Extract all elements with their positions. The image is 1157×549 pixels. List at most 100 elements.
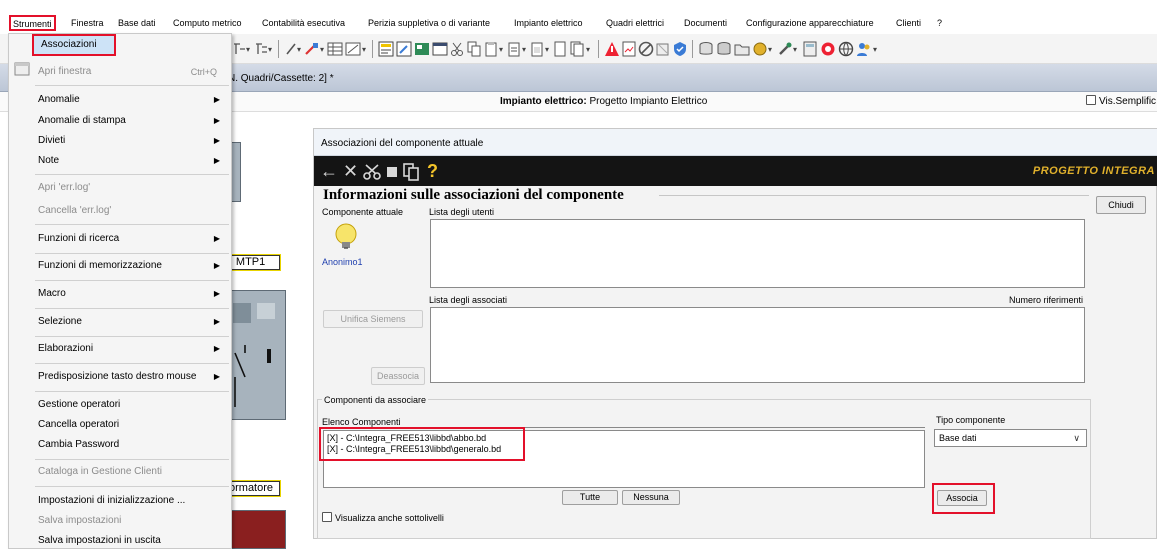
chevron-down-icon[interactable]: ▾ [793, 45, 797, 54]
connect-icon[interactable] [232, 41, 246, 57]
lista-utenti-list[interactable] [430, 219, 1085, 288]
shield-icon[interactable] [672, 41, 688, 57]
menu-item-gestione-operatori[interactable]: Gestione operatori [9, 395, 231, 415]
branch-icon[interactable] [254, 41, 268, 57]
globe-icon[interactable] [838, 41, 854, 57]
tutte-button[interactable]: Tutte [562, 490, 618, 505]
form-icon[interactable] [378, 41, 394, 57]
menu-item-cataloga-gestione-clienti[interactable]: Cataloga in Gestione Clienti [9, 462, 231, 482]
menu-item-apri-err-log[interactable]: Apri 'err.log' [9, 178, 231, 198]
menu-item-cambia-password[interactable]: Cambia Password [9, 435, 231, 455]
window-icon[interactable] [432, 41, 448, 57]
color-pen-icon[interactable] [304, 41, 320, 57]
calculator-icon[interactable] [802, 41, 818, 57]
vis-semplificata-checkbox[interactable]: Vis.Semplific [1086, 95, 1156, 107]
menu-computo-metrico[interactable]: Computo metrico [173, 17, 242, 29]
menu-documenti[interactable]: Documenti [684, 17, 727, 29]
unifica-siemens-button[interactable]: Unifica Siemens [323, 310, 423, 328]
edit-form-icon[interactable] [396, 41, 412, 57]
green-table-icon[interactable] [414, 41, 430, 57]
scissors-icon[interactable] [363, 164, 381, 180]
menu-contabilita-esecutiva[interactable]: Contabilità esecutiva [262, 17, 345, 29]
report-icon[interactable] [621, 41, 637, 57]
menu-configurazione[interactable]: Configurazione apparecchiature [746, 17, 874, 29]
menu-finestra[interactable]: Finestra [71, 17, 104, 29]
page-icon[interactable] [553, 41, 567, 57]
nessuna-button[interactable]: Nessuna [622, 490, 680, 505]
menu-item-note[interactable]: Note ▶ [9, 151, 231, 171]
menu-base-dati[interactable]: Base dati [118, 17, 156, 29]
menu-help[interactable]: ? [937, 17, 942, 29]
menu-item-cancella-operatori[interactable]: Cancella operatori [9, 415, 231, 435]
paste-icon[interactable] [484, 41, 498, 57]
menu-item-funzioni-di-ricerca[interactable]: Funzioni di ricerca ▶ [9, 229, 231, 249]
chiudi-button[interactable]: Chiudi [1096, 196, 1146, 214]
chevron-down-icon[interactable]: ▾ [499, 45, 503, 54]
scissors-icon[interactable] [450, 41, 464, 57]
chevron-down-icon[interactable]: ▾ [545, 45, 549, 54]
menu-item-cancella-err-log[interactable]: Cancella 'err.log' [9, 201, 231, 221]
menu-item-funzioni-di-memorizzazione[interactable]: Funzioni di memorizzazione ▶ [9, 256, 231, 276]
chevron-down-icon[interactable]: ▾ [586, 45, 590, 54]
menu-strumenti[interactable]: Strumenti [9, 15, 56, 31]
menu-item-associazioni[interactable]: Associazioni [32, 34, 116, 56]
chevron-down-icon[interactable]: ▾ [768, 45, 772, 54]
forbidden-icon[interactable] [638, 41, 654, 57]
chevron-down-icon[interactable]: ▾ [297, 45, 301, 54]
pen-icon[interactable] [284, 41, 298, 57]
chevron-down-icon[interactable]: ▾ [268, 45, 272, 54]
chevron-down-icon[interactable]: ▾ [320, 45, 324, 54]
question-icon[interactable]: ? [427, 160, 438, 182]
chevron-down-icon[interactable]: ▾ [246, 45, 250, 54]
warning-icon[interactable] [604, 41, 620, 57]
document-icon[interactable] [387, 167, 397, 177]
folder-icon[interactable] [734, 41, 750, 57]
switchgear-cabinet[interactable] [226, 290, 286, 420]
chevron-down-icon[interactable]: ▾ [522, 45, 526, 54]
chevron-down-icon[interactable]: ▾ [362, 45, 366, 54]
menu-item-apri-finestra[interactable]: Apri finestra Ctrl+Q [9, 62, 231, 82]
chevron-down-icon[interactable]: ▾ [873, 45, 877, 54]
paste-special-icon[interactable] [507, 41, 521, 57]
menu-item-salva-impostazioni-uscita[interactable]: Salva impostazioni in uscita [9, 531, 231, 549]
menu-item-macro[interactable]: Macro ▶ [9, 284, 231, 304]
copy-icon[interactable] [403, 163, 419, 181]
pages-icon[interactable] [570, 41, 584, 57]
menu-item-predisposizione-tasto-destro[interactable]: Predisposizione tasto destro mouse ▶ [9, 367, 231, 387]
trasformatore-label[interactable]: ormatore [226, 481, 280, 496]
menu-item-selezione[interactable]: Selezione ▶ [9, 312, 231, 332]
component-name-link[interactable]: Anonimo1 [322, 257, 363, 267]
tools-icon[interactable] [777, 41, 793, 57]
tipo-componente-select[interactable]: Base dati ∨ [934, 429, 1087, 447]
checkbox-box[interactable] [322, 512, 332, 522]
arrow-left-icon[interactable]: ← [320, 160, 338, 182]
grid-icon[interactable] [345, 41, 361, 57]
menu-separator [35, 486, 229, 487]
note-icon[interactable] [655, 41, 671, 57]
lista-associati-list[interactable] [430, 307, 1085, 383]
menu-perizia[interactable]: Perizia suppletiva o di variante [368, 17, 490, 29]
lifebuoy-icon[interactable] [820, 41, 836, 57]
x-icon[interactable]: ✕ [343, 160, 358, 182]
table-icon[interactable] [327, 41, 343, 57]
database-2-icon[interactable] [716, 41, 732, 57]
transformer-block[interactable] [226, 510, 286, 549]
copy-icon[interactable] [467, 41, 481, 57]
menu-item-anomalie[interactable]: Anomalie ▶ [9, 90, 231, 110]
menu-item-anomalie-di-stampa[interactable]: Anomalie di stampa ▶ [9, 111, 231, 131]
menu-item-salva-impostazioni[interactable]: Salva impostazioni [9, 511, 231, 531]
deassocia-button[interactable]: Deassocia [371, 367, 425, 385]
database-icon[interactable] [698, 41, 714, 57]
clipboard-icon[interactable] [530, 41, 544, 57]
menu-item-impostazioni-inizializzazione[interactable]: Impostazioni di inizializzazione ... [9, 491, 231, 511]
menu-item-divieti[interactable]: Divieti ▶ [9, 131, 231, 151]
menu-clienti[interactable]: Clienti [896, 17, 921, 29]
menu-quadri-elettrici[interactable]: Quadri elettrici [606, 17, 664, 29]
menu-item-elaborazioni[interactable]: Elaborazioni ▶ [9, 339, 231, 359]
mtp1-label[interactable]: | MTP1 [226, 255, 280, 270]
coins-icon[interactable] [752, 41, 768, 57]
visualizza-sottolivelli-checkbox[interactable]: Visualizza anche sottolivelli [322, 512, 444, 523]
users-icon[interactable] [856, 41, 872, 57]
checkbox-box[interactable] [1086, 95, 1096, 105]
menu-impianto-elettrico[interactable]: Impianto elettrico [514, 17, 583, 29]
